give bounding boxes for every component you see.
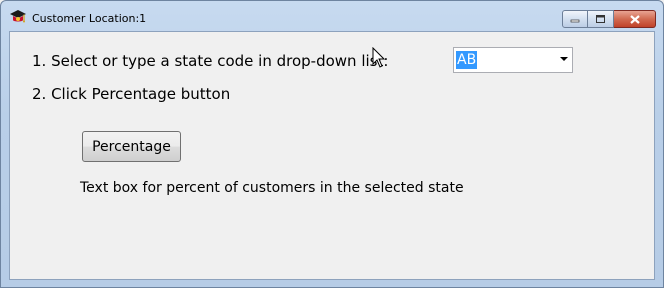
state-code-dropdown[interactable]: AB	[453, 47, 573, 73]
maximize-button[interactable]	[588, 10, 614, 28]
instruction-click-percentage: 2. Click Percentage button	[32, 85, 231, 103]
close-button[interactable]	[614, 10, 656, 28]
title-bar[interactable]: Customer Location:1	[1, 1, 663, 31]
minimize-button[interactable]	[562, 10, 588, 28]
result-text-box: Text box for percent of customers in the…	[80, 180, 464, 196]
mouse-cursor-icon	[372, 47, 386, 68]
dropdown-arrow-icon[interactable]	[560, 57, 568, 61]
graduation-cap-icon	[10, 10, 26, 23]
state-code-value[interactable]: AB	[456, 51, 478, 69]
maximize-icon	[596, 15, 605, 23]
instruction-select-state: 1. Select or type a state code in drop-d…	[32, 52, 389, 70]
close-icon	[629, 14, 640, 24]
client-area: 1. Select or type a state code in drop-d…	[9, 31, 655, 280]
window-title: Customer Location:1	[32, 12, 147, 25]
minimize-icon	[570, 19, 580, 23]
app-window: Customer Location:1 1. Select or type a …	[0, 0, 664, 288]
percentage-button[interactable]: Percentage	[82, 131, 181, 162]
